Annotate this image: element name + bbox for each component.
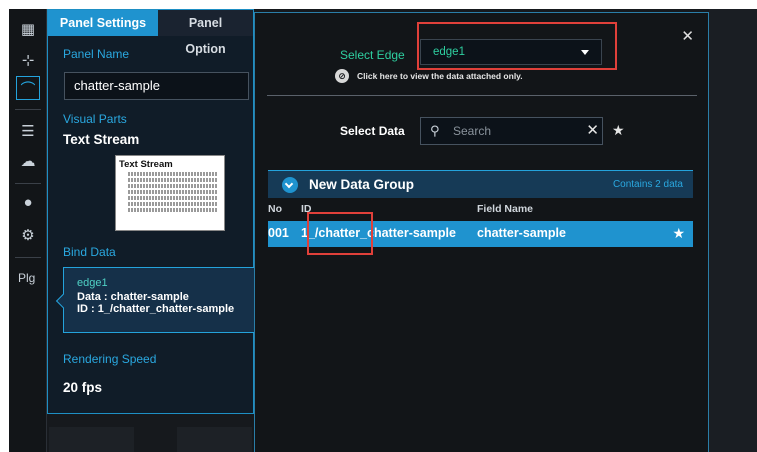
- gear-icon[interactable]: ⚙: [16, 223, 40, 247]
- search-box: ⚲ ✕: [420, 117, 603, 145]
- thumbnail-line: [128, 202, 218, 206]
- bind-edge: edge1: [77, 277, 108, 289]
- visual-parts-thumbnail[interactable]: Text Stream: [115, 155, 225, 231]
- group-name: New Data Group: [309, 177, 415, 192]
- add-icon[interactable]: ⊹: [16, 48, 40, 72]
- bind-data-label: Bind Data: [63, 245, 116, 259]
- column-field-name: Field Name: [477, 203, 534, 215]
- star-icon[interactable]: ★: [672, 225, 685, 242]
- visual-parts-label: Visual Parts: [63, 112, 127, 126]
- highlight-box: [307, 212, 373, 255]
- chevron-down-icon[interactable]: [282, 177, 298, 193]
- thumbnail-line: [128, 178, 218, 182]
- data-group-header[interactable]: New Data Group Contains 2 data: [268, 170, 693, 198]
- rail-divider: [15, 183, 41, 184]
- user-icon[interactable]: ●: [16, 190, 40, 214]
- background-panel: [177, 427, 252, 452]
- data-select-dialog: ✕ Select Edge edge1 ⊘ Click here to view…: [254, 12, 709, 452]
- thumbnail-line: [128, 190, 218, 194]
- select-data-label: Select Data: [340, 124, 405, 138]
- plugin-label[interactable]: Plg: [18, 271, 35, 285]
- thumbnail-line: [128, 184, 218, 188]
- search-input[interactable]: [453, 122, 573, 140]
- row-no: 001: [268, 226, 289, 240]
- background-panel: [709, 9, 757, 452]
- bind-id-line: ID : 1_/chatter_chatter-sample: [77, 303, 235, 315]
- star-icon[interactable]: ★: [612, 122, 625, 139]
- highlight-box: [417, 22, 617, 70]
- row-field-name: chatter-sample: [477, 226, 566, 240]
- clear-icon[interactable]: ✕: [586, 121, 599, 139]
- visual-parts-value: Text Stream: [63, 132, 140, 147]
- panel-icon[interactable]: ⌒: [16, 76, 40, 100]
- thumbnail-line: [128, 208, 218, 212]
- thumbnail-title: Text Stream: [119, 159, 173, 170]
- eye-off-icon[interactable]: ⊘: [335, 69, 349, 83]
- thumbnail-line: [128, 196, 218, 200]
- panel-settings: Panel Settings Panel Option Panel Name c…: [47, 9, 257, 414]
- column-no: No: [268, 203, 282, 215]
- app-window: ▦ ⊹ ⌒ ☰ ☁ ● ⚙ Plg Panel Settings Panel O…: [9, 9, 757, 452]
- tab-panel-settings[interactable]: Panel Settings: [48, 10, 158, 36]
- bind-data-line: Data : chatter-sample: [77, 291, 189, 303]
- bind-card-pointer: [55, 293, 71, 309]
- rendering-speed-value: 20 fps: [63, 380, 103, 395]
- attached-only-link[interactable]: Click here to view the data attached onl…: [357, 71, 523, 81]
- thumbnail-line: [128, 172, 218, 176]
- panel-name-label: Panel Name: [63, 47, 130, 61]
- tab-panel-option[interactable]: Panel Option: [158, 10, 253, 56]
- divider: [267, 95, 697, 96]
- settings-tabs: Panel Settings Panel Option: [48, 10, 253, 56]
- rail-divider: [15, 257, 41, 258]
- cloud-upload-icon[interactable]: ☁: [16, 149, 40, 173]
- select-edge-label: Select Edge: [340, 48, 405, 62]
- bind-data-card[interactable]: edge1 Data : chatter-sample ID : 1_/chat…: [55, 267, 257, 333]
- search-icon: ⚲: [430, 123, 440, 138]
- group-count: Contains 2 data: [612, 179, 683, 190]
- dashboard-icon[interactable]: ▦: [16, 17, 40, 41]
- background-panel: [49, 427, 134, 452]
- list-icon[interactable]: ☰: [16, 119, 40, 143]
- icon-rail: ▦ ⊹ ⌒ ☰ ☁ ● ⚙ Plg: [9, 9, 47, 452]
- rail-divider: [15, 109, 41, 110]
- close-icon[interactable]: ✕: [681, 27, 694, 45]
- rendering-speed-label: Rendering Speed: [63, 352, 157, 366]
- panel-name-input[interactable]: chatter-sample: [64, 72, 249, 100]
